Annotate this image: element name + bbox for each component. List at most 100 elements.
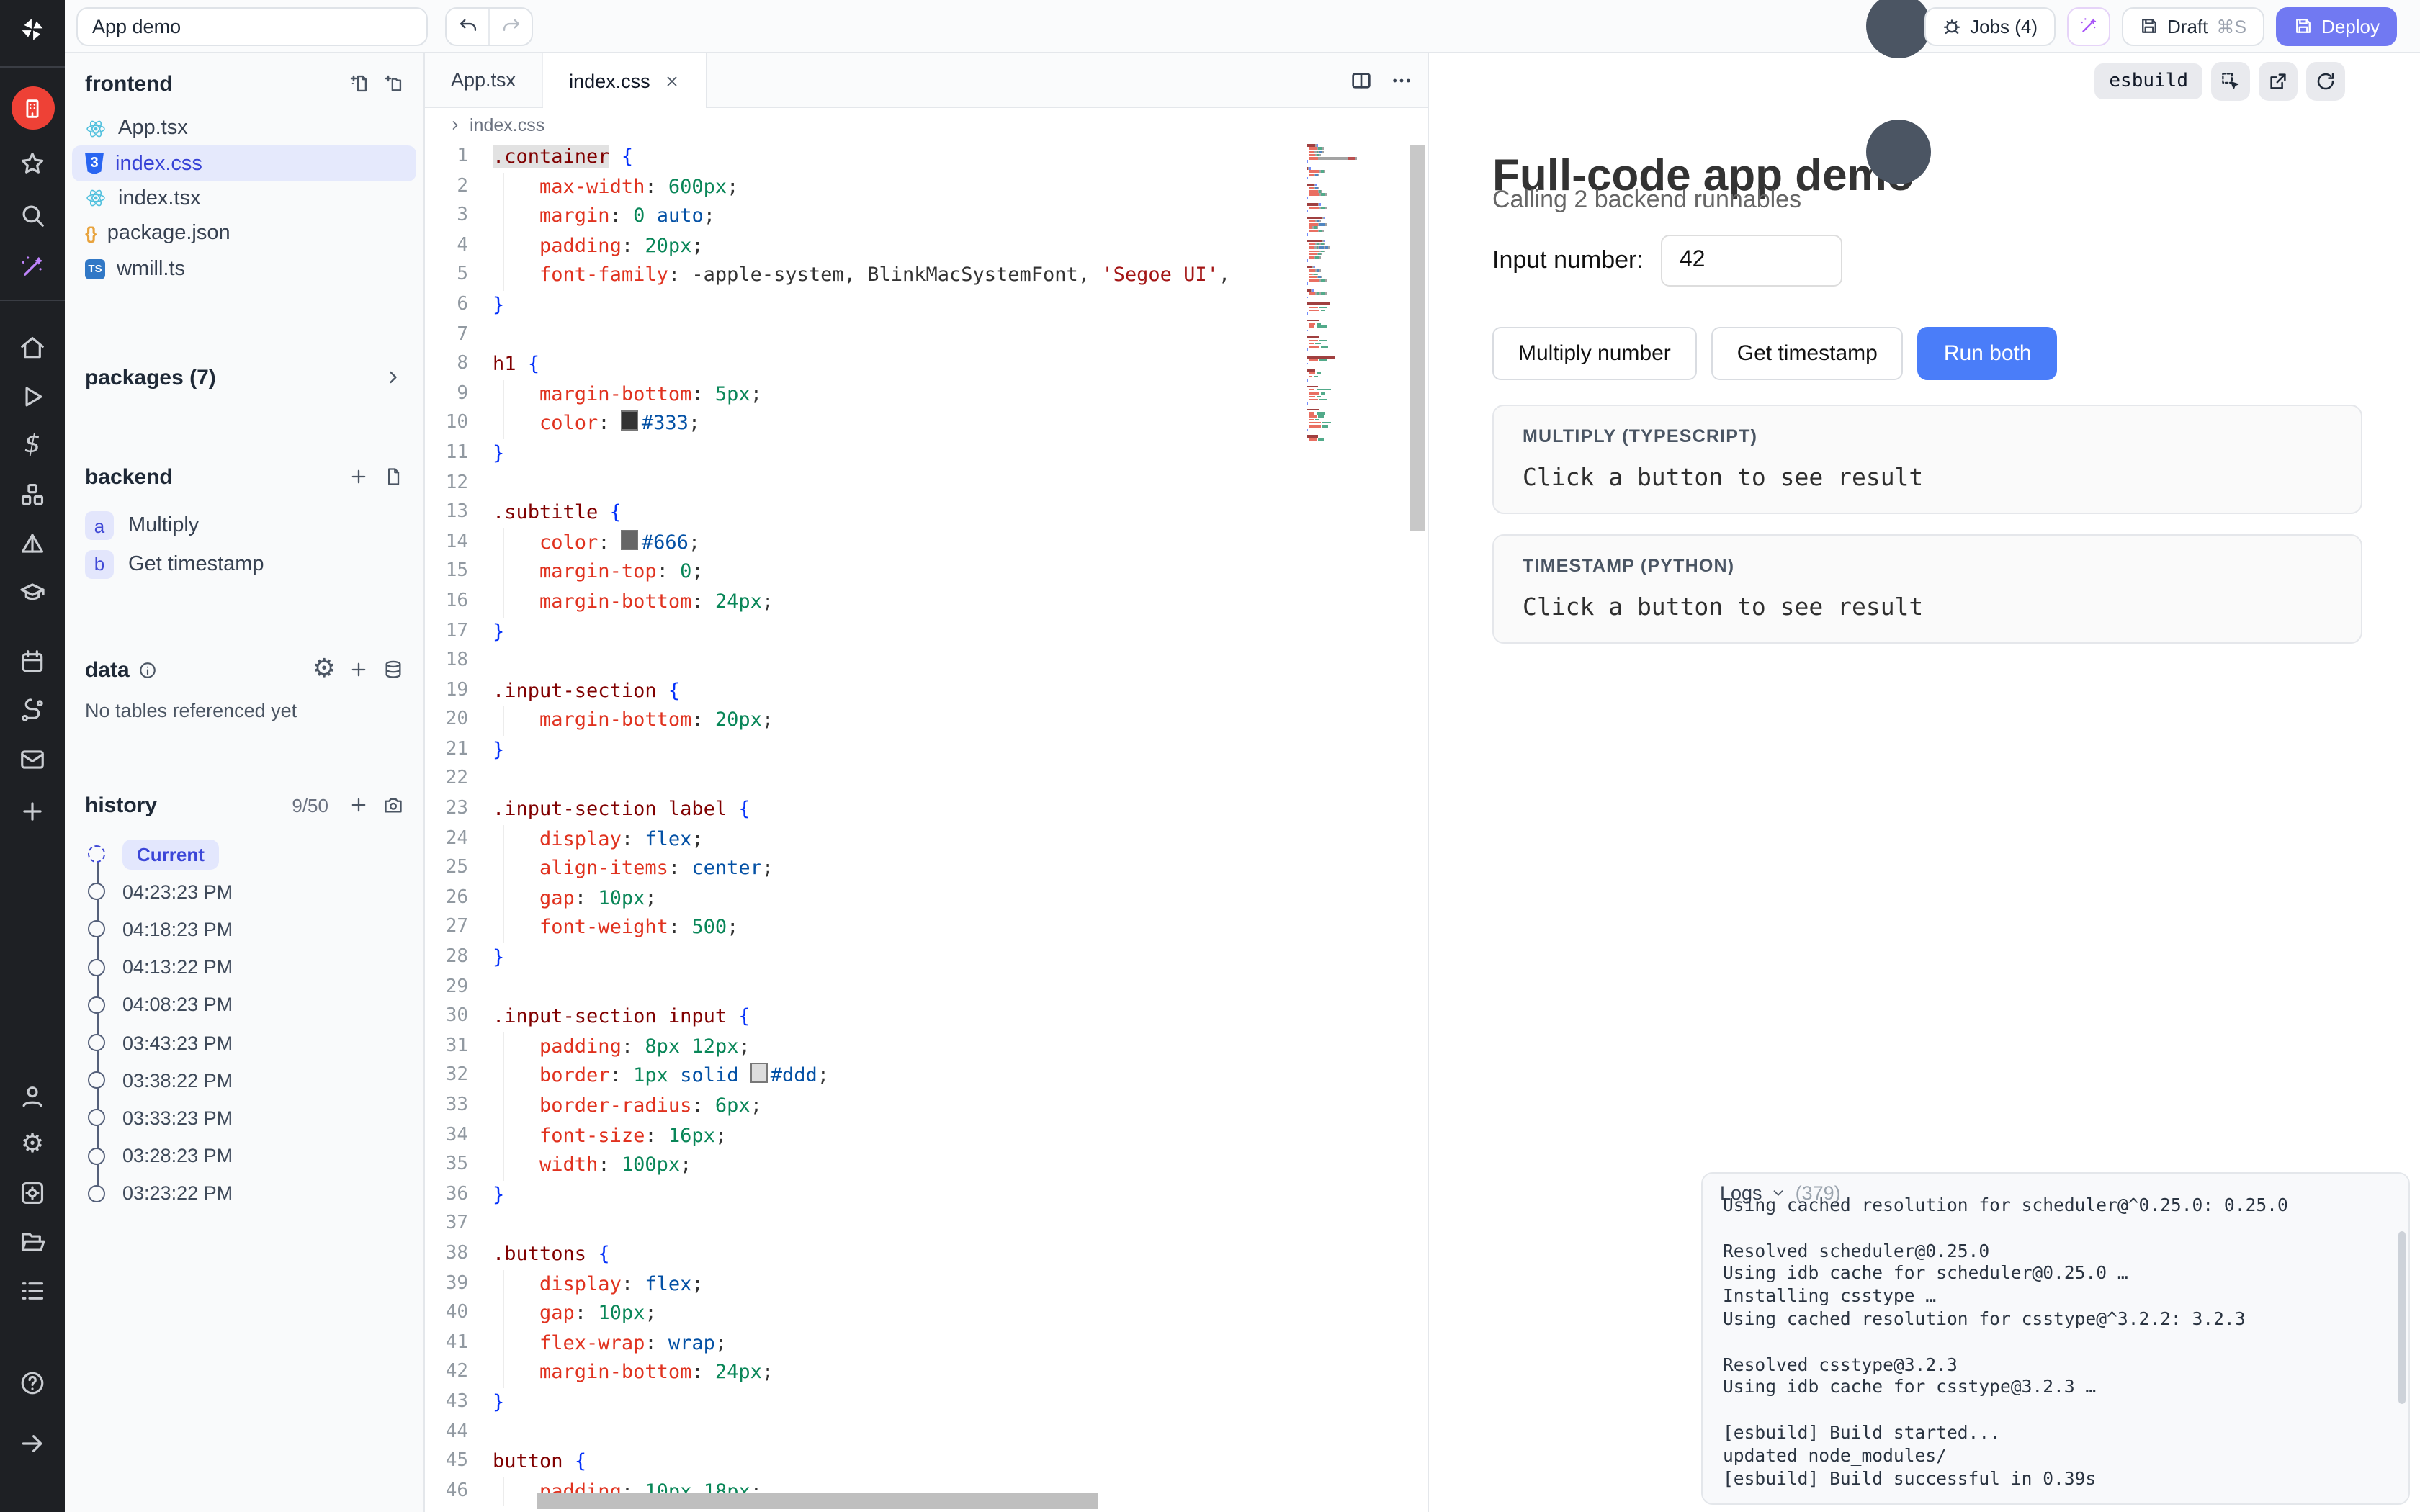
- code-line: 6}: [425, 291, 1428, 320]
- code-line: 45button {: [425, 1447, 1428, 1477]
- redo-button[interactable]: [488, 8, 532, 44]
- minimap[interactable]: [1307, 144, 1404, 441]
- more-options-icon[interactable]: [1390, 69, 1413, 92]
- code-editor-panel: App.tsx index.css index.css 1.container …: [425, 53, 1429, 1512]
- rail-item-settings[interactable]: ⚙: [0, 1125, 65, 1165]
- file-item-index-css[interactable]: 3index.css: [72, 146, 416, 181]
- log-line: Using cached resolution for csstype@^3.2…: [1723, 1309, 2388, 1332]
- refresh-preview-button[interactable]: [2306, 62, 2345, 101]
- run-both-button[interactable]: Run both: [1918, 327, 2058, 380]
- rail-item-help[interactable]: [0, 1362, 65, 1403]
- add-file-icon[interactable]: [349, 73, 369, 94]
- code-line-text: }: [493, 291, 504, 320]
- top-bar: Jobs (4) Draft⌘S Deploy: [65, 0, 2420, 53]
- line-number: 35: [425, 1151, 493, 1180]
- tab-index-css[interactable]: index.css: [543, 53, 708, 108]
- editor-vertical-scrollbar[interactable]: [1407, 143, 1428, 1512]
- code-line-text: }: [493, 1388, 504, 1418]
- file-name: package.json: [107, 222, 230, 246]
- more-menu-button[interactable]: [1883, 12, 1912, 40]
- rail-item-learn[interactable]: [0, 572, 65, 612]
- file-item-wmill-ts[interactable]: TSwmill.ts: [72, 251, 416, 287]
- history-entry[interactable]: 04:18:23 PM: [85, 911, 403, 948]
- open-external-button[interactable]: [2259, 62, 2298, 101]
- rail-item-triggers[interactable]: [0, 523, 65, 563]
- select-element-button[interactable]: [2211, 62, 2250, 101]
- app-name-input[interactable]: [76, 6, 428, 45]
- jobs-button[interactable]: Jobs (4): [1924, 6, 2055, 45]
- add-runnable-icon[interactable]: [349, 467, 369, 487]
- multiply-number-button[interactable]: Multiply number: [1492, 327, 1697, 380]
- backend-item-b[interactable]: bGet timestamp: [85, 545, 403, 583]
- rail-item-audit[interactable]: [0, 1270, 65, 1310]
- file-icon[interactable]: [383, 467, 403, 487]
- rail-item-runs[interactable]: [0, 376, 65, 416]
- draft-label: Draft: [2167, 15, 2208, 37]
- database-icon[interactable]: [383, 660, 403, 680]
- left-rail: $ ⚙: [0, 0, 65, 1512]
- file-item-index-tsx[interactable]: index.tsx: [72, 181, 416, 217]
- chevron-right-icon[interactable]: [383, 367, 403, 387]
- history-entry-current[interactable]: Current: [85, 835, 403, 873]
- history-entry[interactable]: 04:23:23 PM: [85, 873, 403, 910]
- rail-item-schedules[interactable]: [0, 641, 65, 681]
- history-entry[interactable]: 03:23:22 PM: [85, 1174, 403, 1212]
- rail-item-mail[interactable]: [0, 739, 65, 779]
- result-card-multiply: MULTIPLY (TYPESCRIPT) Click a button to …: [1492, 405, 2362, 514]
- editor-horizontal-scrollbar[interactable]: [537, 1493, 1098, 1509]
- code-line: 10 color: #333;: [425, 410, 1428, 439]
- rail-item-search[interactable]: [0, 194, 65, 235]
- rail-item-ai[interactable]: [0, 246, 65, 287]
- ai-assistant-button[interactable]: [2066, 6, 2110, 45]
- code-line: 23.input-section label {: [425, 795, 1428, 824]
- rail-item-collapse[interactable]: [0, 1423, 65, 1463]
- close-icon[interactable]: [665, 73, 681, 89]
- code-line: 12: [425, 469, 1428, 498]
- file-item-App-tsx[interactable]: App.tsx: [72, 111, 416, 146]
- history-entry[interactable]: 03:38:22 PM: [85, 1061, 403, 1099]
- code-line: 3 margin: 0 auto;: [425, 202, 1428, 231]
- input-number-label: Input number:: [1492, 246, 1644, 275]
- rail-item-home[interactable]: [0, 327, 65, 367]
- history-entry[interactable]: 03:43:23 PM: [85, 1024, 403, 1061]
- camera-icon[interactable]: [383, 795, 403, 815]
- code-editor[interactable]: 1.container {2 max-width: 600px;3 margin…: [425, 143, 1428, 1512]
- scrollbar-thumb[interactable]: [1410, 145, 1425, 531]
- add-snapshot-icon[interactable]: [349, 795, 369, 815]
- add-table-icon[interactable]: [349, 660, 369, 680]
- color-swatch: [622, 411, 639, 431]
- backend-item-a[interactable]: aMultiply: [85, 507, 403, 545]
- rail-item-variables[interactable]: $: [0, 425, 65, 465]
- get-timestamp-button[interactable]: Get timestamp: [1711, 327, 1904, 380]
- split-editor-icon[interactable]: [1350, 69, 1373, 92]
- code-line-text: padding: 8px 12px;: [493, 1032, 750, 1062]
- history-entry[interactable]: 04:13:22 PM: [85, 948, 403, 986]
- history-entry[interactable]: 03:33:23 PM: [85, 1099, 403, 1137]
- input-row: Input number:: [1492, 235, 1842, 287]
- info-icon[interactable]: [138, 660, 157, 679]
- breadcrumb[interactable]: index.css: [425, 108, 1428, 143]
- rail-item-workers[interactable]: [0, 1172, 65, 1212]
- add-folder-icon[interactable]: [383, 73, 403, 94]
- tab-app-tsx[interactable]: App.tsx: [425, 53, 543, 107]
- rail-item-apps[interactable]: [0, 86, 65, 130]
- history-entry[interactable]: 04:08:23 PM: [85, 986, 403, 1024]
- logs-scrollbar[interactable]: [2398, 1231, 2406, 1404]
- rail-item-favorites[interactable]: [0, 143, 65, 183]
- code-line-text: display: flex;: [493, 1269, 704, 1299]
- gear-icon[interactable]: ⚙: [314, 660, 334, 680]
- rail-item-resources[interactable]: [0, 474, 65, 514]
- draft-button[interactable]: Draft⌘S: [2121, 6, 2264, 45]
- deploy-button[interactable]: Deploy: [2275, 6, 2397, 45]
- windmill-logo-icon[interactable]: [0, 9, 65, 49]
- file-item-package-json[interactable]: {}package.json: [72, 216, 416, 251]
- rail-item-add[interactable]: [0, 791, 65, 831]
- line-number: 12: [425, 469, 493, 498]
- undo-button[interactable]: [447, 8, 488, 44]
- rail-item-user[interactable]: [0, 1076, 65, 1116]
- history-entry[interactable]: 03:28:23 PM: [85, 1137, 403, 1174]
- number-input[interactable]: [1661, 235, 1842, 287]
- rail-item-folders[interactable]: [0, 1221, 65, 1261]
- line-number: 46: [425, 1477, 493, 1506]
- rail-item-routes[interactable]: [0, 690, 65, 730]
